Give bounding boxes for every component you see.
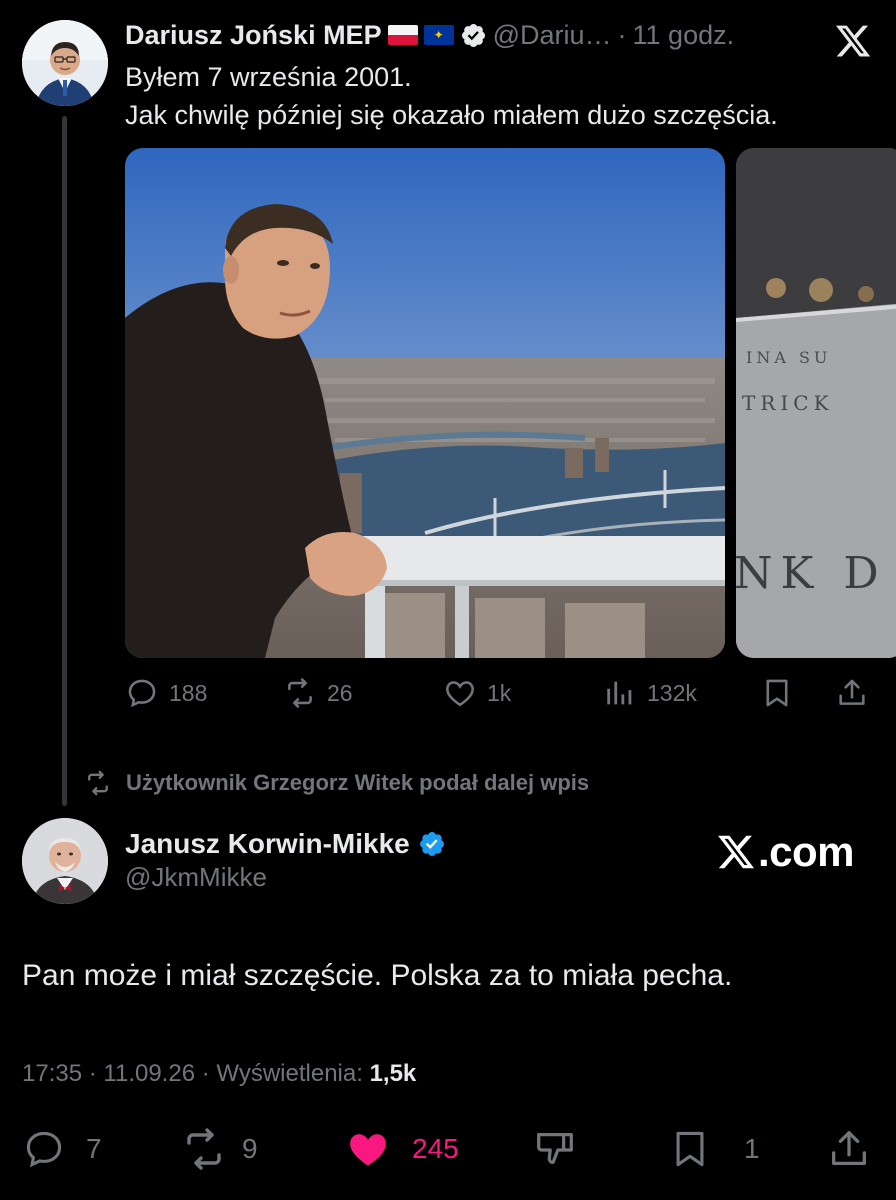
meta-separator: · <box>201 1060 210 1087</box>
bookmark-count: 1 <box>744 1133 760 1164</box>
author-name[interactable]: Dariusz Joński MEP <box>125 20 382 51</box>
tweet-photo-main[interactable] <box>125 148 725 658</box>
engraved-text: TRICK <box>742 391 834 415</box>
heart-outline-icon <box>446 681 474 707</box>
reply-button[interactable]: 7 <box>22 1124 102 1174</box>
share-button[interactable] <box>835 670 869 716</box>
repost-icon <box>187 1128 221 1170</box>
views-button[interactable]: 132k <box>603 670 697 716</box>
verified-badge-icon <box>461 23 485 47</box>
x-logo-icon[interactable] <box>834 22 872 60</box>
header-separator: · <box>617 19 627 50</box>
thumbs-down-icon <box>537 1132 573 1165</box>
heart-filled-icon <box>350 1134 386 1166</box>
tweet-date[interactable]: 11.09.26 <box>103 1060 195 1087</box>
repost-button[interactable]: 26 <box>283 670 353 716</box>
author-handle[interactable]: @JkmMikke <box>125 862 267 893</box>
verified-badge-icon <box>419 832 444 856</box>
views-count: 132k <box>647 679 697 706</box>
like-button[interactable]: 245 <box>344 1124 459 1174</box>
watermark-text: .com <box>758 828 855 875</box>
reply-count: 188 <box>169 679 208 706</box>
tweet-text-line: Jak chwilę później się okazało miałem du… <box>125 100 778 130</box>
reply-icon <box>128 679 156 708</box>
engraved-text: INA SU <box>746 348 831 367</box>
repost-icon <box>288 678 312 708</box>
bookmark-icon <box>766 679 788 707</box>
share-button[interactable] <box>826 1124 872 1174</box>
views-value: 1,5k <box>369 1060 417 1087</box>
eu-flag-icon: ✦ <box>423 25 454 45</box>
x-com-watermark: .com <box>716 826 855 878</box>
tweet-text-line: Byłem 7 września 2001. <box>125 62 412 92</box>
views-chart-icon <box>607 681 632 705</box>
share-icon <box>832 1131 866 1166</box>
tweet-meta: 17:35 · 11.09.26 · Wyświetlenia: 1,5k <box>22 1060 416 1088</box>
man-on-observation-deck-image <box>125 148 725 658</box>
author-handle[interactable]: @Dariu… <box>493 20 612 51</box>
repost-icon <box>88 770 108 796</box>
like-count: 1k <box>487 679 512 706</box>
reply-count: 7 <box>86 1133 102 1164</box>
tweet-action-bar: 188 26 1k 132k <box>125 670 875 716</box>
author-avatar[interactable] <box>22 818 108 904</box>
repost-context[interactable]: Użytkownik Grzegorz Witek podał dalej wp… <box>84 766 589 800</box>
avatar-photo <box>22 20 108 106</box>
reply-button[interactable]: 188 <box>125 670 207 716</box>
repost-count: 9 <box>242 1133 258 1164</box>
poland-flag-icon <box>387 25 418 45</box>
tweet-header: Dariusz Joński MEP ✦ @Dariu… · 11 godz. <box>125 18 734 52</box>
repost-count: 26 <box>327 679 353 706</box>
tweet-photo-secondary[interactable]: INA SU TRICK NK D <box>736 148 896 658</box>
meta-separator: · <box>88 1060 97 1087</box>
reply-action-bar: 7 9 245 1 <box>0 1124 896 1174</box>
reply-tweet-text: Pan może i miał szczęście. Polska za to … <box>22 959 733 992</box>
memorial-engraving-image: INA SU TRICK NK D <box>736 148 896 658</box>
bookmark-button[interactable]: 1 <box>668 1124 760 1174</box>
tweet-time[interactable]: 11 godz. <box>633 20 735 51</box>
like-count: 245 <box>412 1133 459 1164</box>
author-name[interactable]: Janusz Korwin-Mikke <box>125 828 410 860</box>
thread-connector-line <box>62 116 67 806</box>
engraved-text: NK D <box>736 548 887 599</box>
bookmark-icon <box>676 1131 704 1167</box>
reply-icon <box>26 1131 62 1168</box>
x-logo-icon <box>718 835 755 869</box>
reply-author-header: Janusz Korwin-Mikke <box>125 826 446 862</box>
share-icon <box>839 679 865 705</box>
repost-button[interactable]: 9 <box>180 1124 258 1174</box>
like-button[interactable]: 1k <box>443 670 511 716</box>
author-avatar[interactable] <box>22 20 108 106</box>
repost-context-text: Użytkownik Grzegorz Witek podał dalej wp… <box>126 770 590 795</box>
views-label: Wyświetlenia: <box>216 1060 363 1087</box>
bookmark-button[interactable] <box>760 670 794 716</box>
dislike-button[interactable] <box>532 1124 578 1174</box>
tweet-time[interactable]: 17:35 <box>22 1060 82 1087</box>
avatar-photo <box>22 818 108 904</box>
